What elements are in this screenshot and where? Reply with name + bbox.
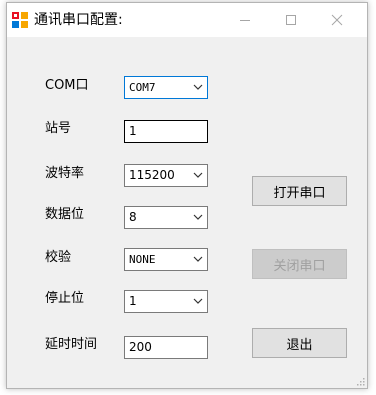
station-label: 站号 xyxy=(45,121,72,136)
chevron-down-icon xyxy=(193,84,203,90)
station-input[interactable]: 1 xyxy=(124,120,208,143)
open-port-button[interactable]: 打开串口 xyxy=(252,176,347,206)
close-icon xyxy=(331,14,343,26)
chevron-down-icon xyxy=(193,298,203,304)
app-icon xyxy=(12,12,28,28)
chevron-down-icon xyxy=(193,256,203,262)
form-area: COM口 COM7 站号 1 波特率 115200 数据位 8 校验 NONE … xyxy=(7,37,367,388)
stopbits-label: 停止位 xyxy=(45,291,85,306)
window-title: 通讯串口配置: xyxy=(34,12,123,28)
exit-button[interactable]: 退出 xyxy=(252,328,347,358)
chevron-down-icon xyxy=(193,214,203,220)
parity-value: NONE xyxy=(129,253,156,266)
com-port-select[interactable]: COM7 xyxy=(124,76,208,99)
stop-bits-select[interactable]: 1 xyxy=(124,290,208,313)
minimize-button[interactable] xyxy=(222,3,268,37)
com-label: COM口 xyxy=(45,78,89,93)
parity-select[interactable]: NONE xyxy=(124,248,208,271)
com-port-value: COM7 xyxy=(129,81,156,94)
delay-label: 延时时间 xyxy=(45,337,98,352)
data-bits-value: 8 xyxy=(129,210,137,224)
resize-grip-icon[interactable] xyxy=(355,376,365,386)
close-button[interactable] xyxy=(314,3,360,37)
databits-label: 数据位 xyxy=(45,207,85,222)
delay-input[interactable]: 200 xyxy=(124,336,208,359)
serial-config-window: 通讯串口配置: COM口 COM7 站号 1 波特率 115200 数据位 8 … xyxy=(6,2,368,389)
chevron-down-icon xyxy=(193,172,203,178)
station-value: 1 xyxy=(129,124,137,138)
baud-label: 波特率 xyxy=(45,166,85,181)
baud-rate-select[interactable]: 115200 xyxy=(124,164,208,187)
minimize-icon xyxy=(240,19,250,21)
maximize-icon xyxy=(286,15,296,25)
baud-rate-value: 115200 xyxy=(129,168,175,182)
close-port-button[interactable]: 关闭串口 xyxy=(252,249,347,279)
data-bits-select[interactable]: 8 xyxy=(124,206,208,229)
title-bar[interactable]: 通讯串口配置: xyxy=(7,3,367,37)
delay-value: 200 xyxy=(129,340,152,354)
parity-label: 校验 xyxy=(45,250,72,265)
stop-bits-value: 1 xyxy=(129,294,137,308)
maximize-button[interactable] xyxy=(268,3,314,37)
